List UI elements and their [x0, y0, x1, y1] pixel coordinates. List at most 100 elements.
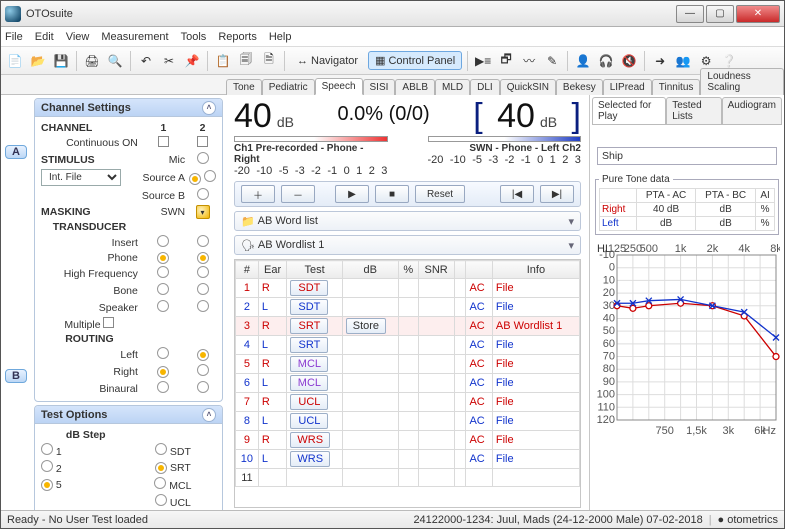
radio[interactable] — [157, 283, 169, 295]
radio[interactable] — [157, 235, 169, 247]
stop-button[interactable]: ■ — [375, 185, 409, 203]
test-radio[interactable] — [155, 462, 167, 474]
tab-tinnitus[interactable]: Tinnitus — [652, 79, 701, 95]
tab-mld[interactable]: MLD — [435, 79, 470, 95]
panel-header[interactable]: Test Options ˄ — [35, 406, 222, 424]
panel-header[interactable]: Channel Settings ˄ — [35, 99, 222, 117]
test-cell-button[interactable]: WRS — [290, 451, 330, 467]
save-icon[interactable]: 💾 — [51, 51, 71, 71]
plus-button[interactable]: ＋ — [241, 185, 275, 203]
test-radio[interactable] — [155, 443, 167, 455]
table-row[interactable]: 4LSRTACFile — [236, 336, 580, 355]
menu-tools[interactable]: Tools — [181, 31, 207, 43]
radio[interactable] — [157, 300, 169, 312]
table-row[interactable]: 11 — [236, 469, 580, 487]
step-radio[interactable] — [41, 479, 53, 491]
test-cell-button[interactable]: SRT — [290, 318, 328, 334]
rtab-tested lists[interactable]: Tested Lists — [666, 97, 721, 124]
tab-dli[interactable]: DLI — [470, 79, 500, 95]
rtab-audiogram[interactable]: Audiogram — [722, 97, 782, 124]
test-cell-button[interactable]: SDT — [290, 280, 328, 296]
menu-view[interactable]: View — [66, 31, 90, 43]
edit-icon[interactable]: ✎ — [542, 51, 562, 71]
copy-icon[interactable]: 📋 — [213, 51, 233, 71]
table-row[interactable]: 1RSDTACFile — [236, 279, 580, 298]
start-icon[interactable]: ▶≡ — [473, 51, 493, 71]
step-radio[interactable] — [41, 443, 53, 455]
radio[interactable] — [197, 252, 209, 264]
step-radio[interactable] — [41, 460, 53, 472]
stimulus-file-select[interactable]: Int. File — [41, 169, 121, 186]
table-row[interactable]: 5RMCLACFile — [236, 355, 580, 374]
config-button[interactable]: ▾ — [196, 205, 210, 219]
control-panel-button[interactable]: ▦ Control Panel — [368, 51, 462, 70]
menu-measurement[interactable]: Measurement — [101, 31, 168, 43]
new-icon[interactable]: 📄 — [5, 51, 25, 71]
report-icon[interactable]: 🗐 — [236, 51, 256, 71]
mute-icon[interactable]: 🔇 — [619, 51, 639, 71]
next-button[interactable]: ▶| — [540, 185, 574, 203]
table-row[interactable]: 2LSDTACFile — [236, 298, 580, 317]
table-row[interactable]: 7RUCLACFile — [236, 393, 580, 412]
table-row[interactable]: 9RWRSACFile — [236, 431, 580, 450]
radio[interactable] — [157, 252, 169, 264]
table-row[interactable]: 3RSRTStoreACAB Wordlist 1 — [236, 317, 580, 336]
test-cell-button[interactable]: UCL — [290, 413, 328, 429]
cut-icon[interactable]: ✂ — [159, 51, 179, 71]
minus-button[interactable]: － — [281, 185, 315, 203]
checkbox[interactable] — [158, 136, 169, 147]
radio[interactable] — [197, 364, 209, 376]
tab-speech[interactable]: Speech — [315, 78, 363, 95]
tab-ablb[interactable]: ABLB — [395, 79, 435, 95]
patient-icon[interactable]: 👥 — [673, 51, 693, 71]
results-grid[interactable]: #EarTestdB%SNR Info1RSDTACFile2LSDTACFil… — [234, 259, 581, 508]
talk-icon[interactable]: 👤 — [573, 51, 593, 71]
checkbox[interactable] — [197, 136, 208, 147]
undo-icon[interactable]: ↶ — [136, 51, 156, 71]
export-icon[interactable]: 🗎 — [259, 51, 279, 71]
test-cell-button[interactable]: SRT — [290, 337, 328, 353]
tab-quicksin[interactable]: QuickSIN — [500, 79, 556, 95]
multiple-checkbox[interactable] — [103, 317, 114, 328]
menu-reports[interactable]: Reports — [218, 31, 257, 43]
tab-lipread[interactable]: LIPread — [603, 79, 652, 95]
tab-bekesy[interactable]: Bekesy — [556, 79, 603, 95]
tab-tone[interactable]: Tone — [226, 79, 262, 95]
radio[interactable] — [197, 349, 209, 361]
print-icon[interactable]: 🖨 — [82, 51, 102, 71]
wordlist-folder-select[interactable]: 📁 AB Word list ▾ — [234, 211, 581, 231]
tab-pediatric[interactable]: Pediatric — [262, 79, 315, 95]
rtab-selected for play[interactable]: Selected for Play — [592, 97, 666, 124]
radio[interactable] — [157, 347, 169, 359]
table-row[interactable]: 10LWRSACFile — [236, 450, 580, 469]
maximize-button[interactable]: ▢ — [706, 5, 734, 23]
prev-button[interactable]: |◀ — [500, 185, 534, 203]
navigator-button[interactable]: ↔ Navigator — [290, 52, 365, 70]
radio[interactable] — [197, 300, 209, 312]
open-icon[interactable]: 📂 — [28, 51, 48, 71]
radio[interactable] — [197, 266, 209, 278]
menu-help[interactable]: Help — [269, 31, 292, 43]
menu-edit[interactable]: Edit — [35, 31, 54, 43]
radio[interactable] — [157, 381, 169, 393]
chevron-up-icon[interactable]: ˄ — [202, 101, 216, 115]
test-cell-button[interactable]: MCL — [290, 356, 328, 372]
reset-button[interactable]: Reset — [415, 185, 465, 203]
wordlist-select[interactable]: 🗣 AB Wordlist 1 ▾ — [234, 235, 581, 255]
test-cell-button[interactable]: UCL — [290, 394, 328, 410]
radio[interactable] — [157, 366, 169, 378]
radio[interactable] — [197, 283, 209, 295]
tab-loudness scaling[interactable]: Loudness Scaling — [700, 68, 784, 95]
store-button[interactable]: Store — [346, 318, 386, 334]
radio[interactable] — [197, 381, 209, 393]
test-cell-button[interactable]: MCL — [290, 375, 328, 391]
chevron-up-icon[interactable]: ˄ — [202, 408, 216, 422]
radio[interactable] — [157, 266, 169, 278]
tab-sisi[interactable]: SISI — [363, 79, 396, 95]
menu-file[interactable]: File — [5, 31, 23, 43]
overlay-icon[interactable]: 🗗 — [496, 51, 516, 71]
play-button[interactable]: ▶ — [335, 185, 369, 203]
preview-icon[interactable]: 🔍 — [105, 51, 125, 71]
table-row[interactable]: 6LMCLACFile — [236, 374, 580, 393]
radio[interactable] — [197, 235, 209, 247]
